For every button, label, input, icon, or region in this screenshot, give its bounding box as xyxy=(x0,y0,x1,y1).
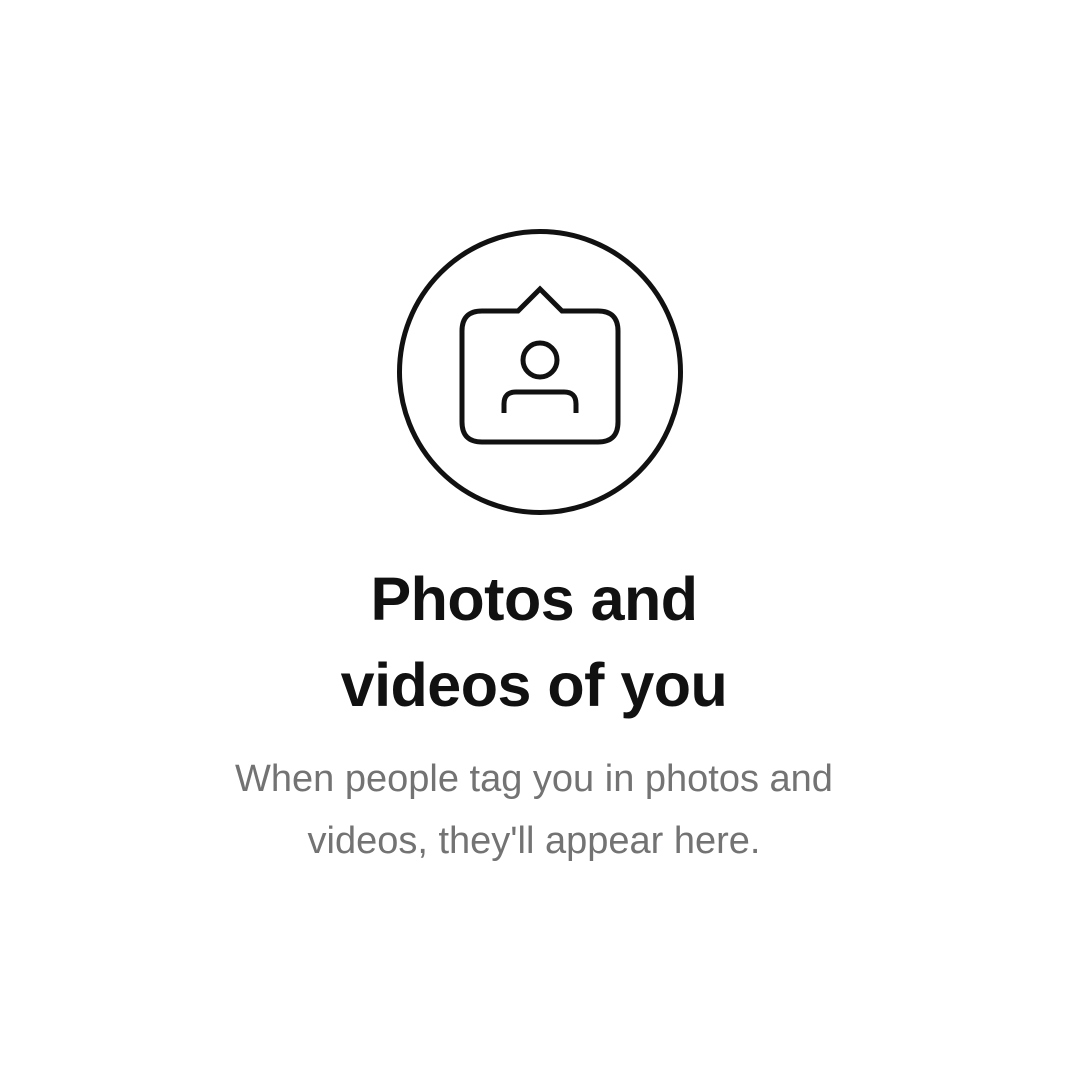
tagged-photo-icon xyxy=(397,229,683,515)
empty-state-title: Photos and videos of you xyxy=(0,556,1068,728)
description-line: videos, they'll appear here. xyxy=(307,820,761,862)
empty-state-description: When people tag you in photos and videos… xyxy=(0,748,1068,872)
title-line: Photos and xyxy=(370,565,698,633)
description-line: When people tag you in photos and xyxy=(235,758,833,800)
tagged-empty-state: Photos and videos of you When people tag… xyxy=(0,0,1068,1085)
title-line: videos of you xyxy=(340,651,728,719)
